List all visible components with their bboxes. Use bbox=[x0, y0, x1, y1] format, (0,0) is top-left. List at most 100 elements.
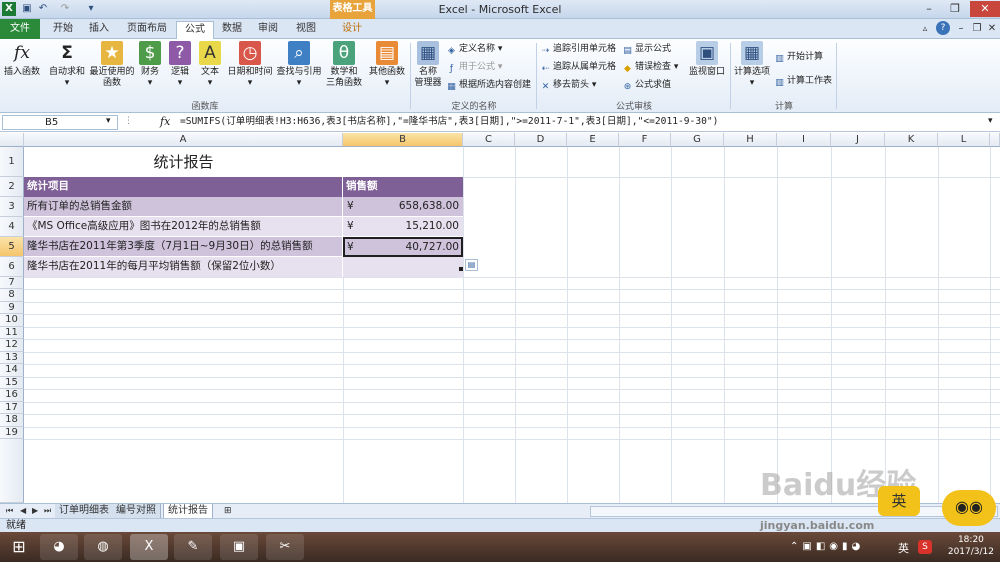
header-sales-cell[interactable]: 销售额 bbox=[343, 177, 463, 197]
fill-handle[interactable] bbox=[459, 267, 463, 271]
use-in-formula-button[interactable]: ƒ 用于公式 ▾ bbox=[446, 61, 503, 75]
tab-view[interactable]: 视图 bbox=[290, 21, 322, 39]
tab-file[interactable]: 文件 bbox=[0, 19, 40, 39]
tab-page-layout[interactable]: 页面布局 bbox=[120, 21, 174, 39]
formula-bar-expand-icon[interactable]: ▾ bbox=[988, 116, 993, 126]
tab-formulas[interactable]: 公式 bbox=[176, 21, 214, 40]
row-header-6[interactable]: 6 bbox=[0, 257, 24, 277]
calculate-sheet-button[interactable]: ▥ 计算工作表 bbox=[774, 75, 832, 89]
sheet-tab-orders[interactable]: 订单明细表 bbox=[55, 504, 114, 519]
row-header-15[interactable]: 15 bbox=[0, 377, 24, 389]
row5-sales-cell-selected[interactable]: ¥ 40,727.00 bbox=[343, 237, 463, 257]
row-header-4[interactable]: 4 bbox=[0, 217, 24, 237]
hotspot-icon[interactable]: ▣ bbox=[220, 534, 258, 560]
date-time-button[interactable]: ◷ 日期和时间 ▾ bbox=[226, 41, 274, 89]
row-header-7[interactable]: 7 bbox=[0, 277, 24, 289]
tab-home[interactable]: 开始 bbox=[46, 21, 80, 39]
row-header-1[interactable]: 1 bbox=[0, 147, 24, 177]
ime-badge[interactable]: 英 bbox=[878, 486, 920, 516]
column-header-d[interactable]: D bbox=[515, 133, 567, 147]
more-functions-button[interactable]: ▤ 其他函数 ▾ bbox=[366, 41, 408, 89]
financial-button[interactable]: $ 财务 ▾ bbox=[138, 41, 162, 89]
row-header-12[interactable]: 12 bbox=[0, 339, 24, 352]
tab-data[interactable]: 数据 bbox=[216, 21, 248, 39]
show-formulas-button[interactable]: ▤ 显示公式 bbox=[622, 43, 671, 57]
sheet-nav-first-icon[interactable]: ⏮ bbox=[2, 504, 17, 519]
row-header-10[interactable]: 10 bbox=[0, 314, 24, 327]
row3-sales-cell[interactable]: ¥ 658,638.00 bbox=[343, 197, 463, 217]
excel-taskbar-icon[interactable]: X bbox=[130, 534, 168, 560]
formula-input[interactable]: =SUMIFS(订单明细表!H3:H636,表3[书店名称],"=隆华书店",表… bbox=[180, 115, 718, 130]
row-header-11[interactable]: 11 bbox=[0, 327, 24, 339]
text-button[interactable]: A 文本 ▾ bbox=[198, 41, 222, 89]
define-name-button[interactable]: ◈ 定义名称 ▾ bbox=[446, 43, 502, 57]
insert-sheet-icon[interactable]: ⊞ bbox=[220, 504, 236, 519]
close-icon[interactable]: ✕ bbox=[970, 1, 1000, 17]
ribbon-minimize-icon[interactable]: ▵ bbox=[918, 21, 932, 39]
doc-close-icon[interactable]: ✕ bbox=[985, 21, 999, 39]
sheet-tab-report[interactable]: 统计报告 bbox=[163, 504, 213, 519]
app-icon-snip[interactable]: ✂ bbox=[266, 534, 304, 560]
sogou-icon[interactable]: S bbox=[918, 540, 932, 554]
sheet-nav-last-icon[interactable]: ⏭ bbox=[40, 504, 55, 519]
column-header-i[interactable]: I bbox=[777, 133, 831, 147]
tab-review[interactable]: 审阅 bbox=[252, 21, 284, 39]
row4-item-cell[interactable]: 《MS Office高级应用》图书在2012年的总销售额 bbox=[24, 217, 343, 237]
column-header-l[interactable]: L bbox=[938, 133, 990, 147]
logical-button[interactable]: ? 逻辑 ▾ bbox=[168, 41, 192, 89]
name-manager-button[interactable]: ▦ 名称 管理器 bbox=[412, 41, 444, 89]
paint-icon[interactable]: ✎ bbox=[174, 534, 212, 560]
insert-function-fx-icon[interactable]: fx bbox=[160, 115, 170, 128]
name-box-dropdown-icon[interactable]: ▾ bbox=[106, 116, 111, 126]
tab-design[interactable]: 设计 bbox=[334, 21, 370, 39]
name-box[interactable]: B5 bbox=[2, 115, 118, 130]
row-header-9[interactable]: 9 bbox=[0, 302, 24, 314]
row-header-16[interactable]: 16 bbox=[0, 389, 24, 402]
row-header-5[interactable]: 5 bbox=[0, 237, 24, 257]
error-checking-button[interactable]: ◆ 错误检查 ▾ bbox=[622, 61, 678, 75]
autosum-button[interactable]: Σ 自动求和 ▾ bbox=[46, 41, 88, 89]
row-header-13[interactable]: 13 bbox=[0, 352, 24, 364]
restore-icon[interactable]: ❐ bbox=[942, 1, 968, 17]
remove-arrows-button[interactable]: ✕ 移去箭头 ▾ bbox=[540, 79, 597, 93]
calculation-options-button[interactable]: ▦ 计算选项 ▾ bbox=[732, 41, 772, 89]
column-header-c[interactable]: C bbox=[463, 133, 515, 147]
column-header-a[interactable]: A bbox=[24, 133, 343, 147]
help-icon[interactable]: ? bbox=[936, 21, 950, 35]
math-trig-button[interactable]: θ 数学和 三角函数 bbox=[322, 41, 366, 89]
insert-function-button[interactable]: fx 插入函数 bbox=[2, 41, 42, 78]
select-all-corner[interactable] bbox=[0, 133, 24, 147]
recent-functions-button[interactable]: ★ 最近使用的 函数 bbox=[88, 41, 136, 89]
row5-item-cell[interactable]: 隆华书店在2011年第3季度（7月1日~9月30日）的总销售额 bbox=[24, 237, 343, 257]
worksheet-grid[interactable]: A B C D E F G H I J K L 1 2 3 4 5 6 7 8 … bbox=[0, 133, 1000, 503]
row3-item-cell[interactable]: 所有订单的总销售金额 bbox=[24, 197, 343, 217]
tray-ime[interactable]: 英 bbox=[898, 540, 909, 556]
column-header-g[interactable]: G bbox=[671, 133, 724, 147]
taskbar-clock[interactable]: 18:20 2017/3/12 bbox=[948, 534, 994, 558]
firefox-icon[interactable]: ◕ bbox=[40, 534, 78, 560]
horizontal-scrollbar[interactable] bbox=[590, 506, 998, 517]
row4-sales-cell[interactable]: ¥ 15,210.00 bbox=[343, 217, 463, 237]
doc-restore-icon[interactable]: ❐ bbox=[970, 21, 984, 39]
lookup-reference-button[interactable]: ⌕ 查找与引用 ▾ bbox=[275, 41, 323, 89]
watch-window-button[interactable]: ▣ 监视窗口 bbox=[688, 41, 726, 78]
sheet-tab-codes[interactable]: 编号对照 bbox=[112, 504, 161, 519]
column-header-j[interactable]: J bbox=[831, 133, 885, 147]
tab-insert[interactable]: 插入 bbox=[82, 21, 116, 39]
trace-dependents-button[interactable]: ⇠ 追踪从属单元格 bbox=[540, 61, 616, 75]
create-from-selection-button[interactable]: ▦ 根据所选内容创建 bbox=[446, 79, 531, 93]
system-tray-icons[interactable]: ⌃▣◧◉▮◕ bbox=[790, 541, 864, 552]
row6-sales-cell[interactable] bbox=[343, 257, 463, 277]
row-header-3[interactable]: 3 bbox=[0, 197, 24, 217]
column-header-b[interactable]: B bbox=[343, 133, 463, 147]
column-header-f[interactable]: F bbox=[619, 133, 671, 147]
minimize-icon[interactable]: – bbox=[916, 1, 942, 17]
evaluate-formula-button[interactable]: ⊛ 公式求值 bbox=[622, 79, 671, 93]
row-header-18[interactable]: 18 bbox=[0, 414, 24, 427]
row6-item-cell[interactable]: 隆华书店在2011年的每月平均销售额（保留2位小数） bbox=[24, 257, 343, 277]
column-header-e[interactable]: E bbox=[567, 133, 619, 147]
row-header-17[interactable]: 17 bbox=[0, 402, 24, 414]
header-item-cell[interactable]: 统计项目 bbox=[24, 177, 343, 197]
row-header-19[interactable]: 19 bbox=[0, 427, 24, 439]
doc-minimize-icon[interactable]: – bbox=[954, 21, 968, 39]
